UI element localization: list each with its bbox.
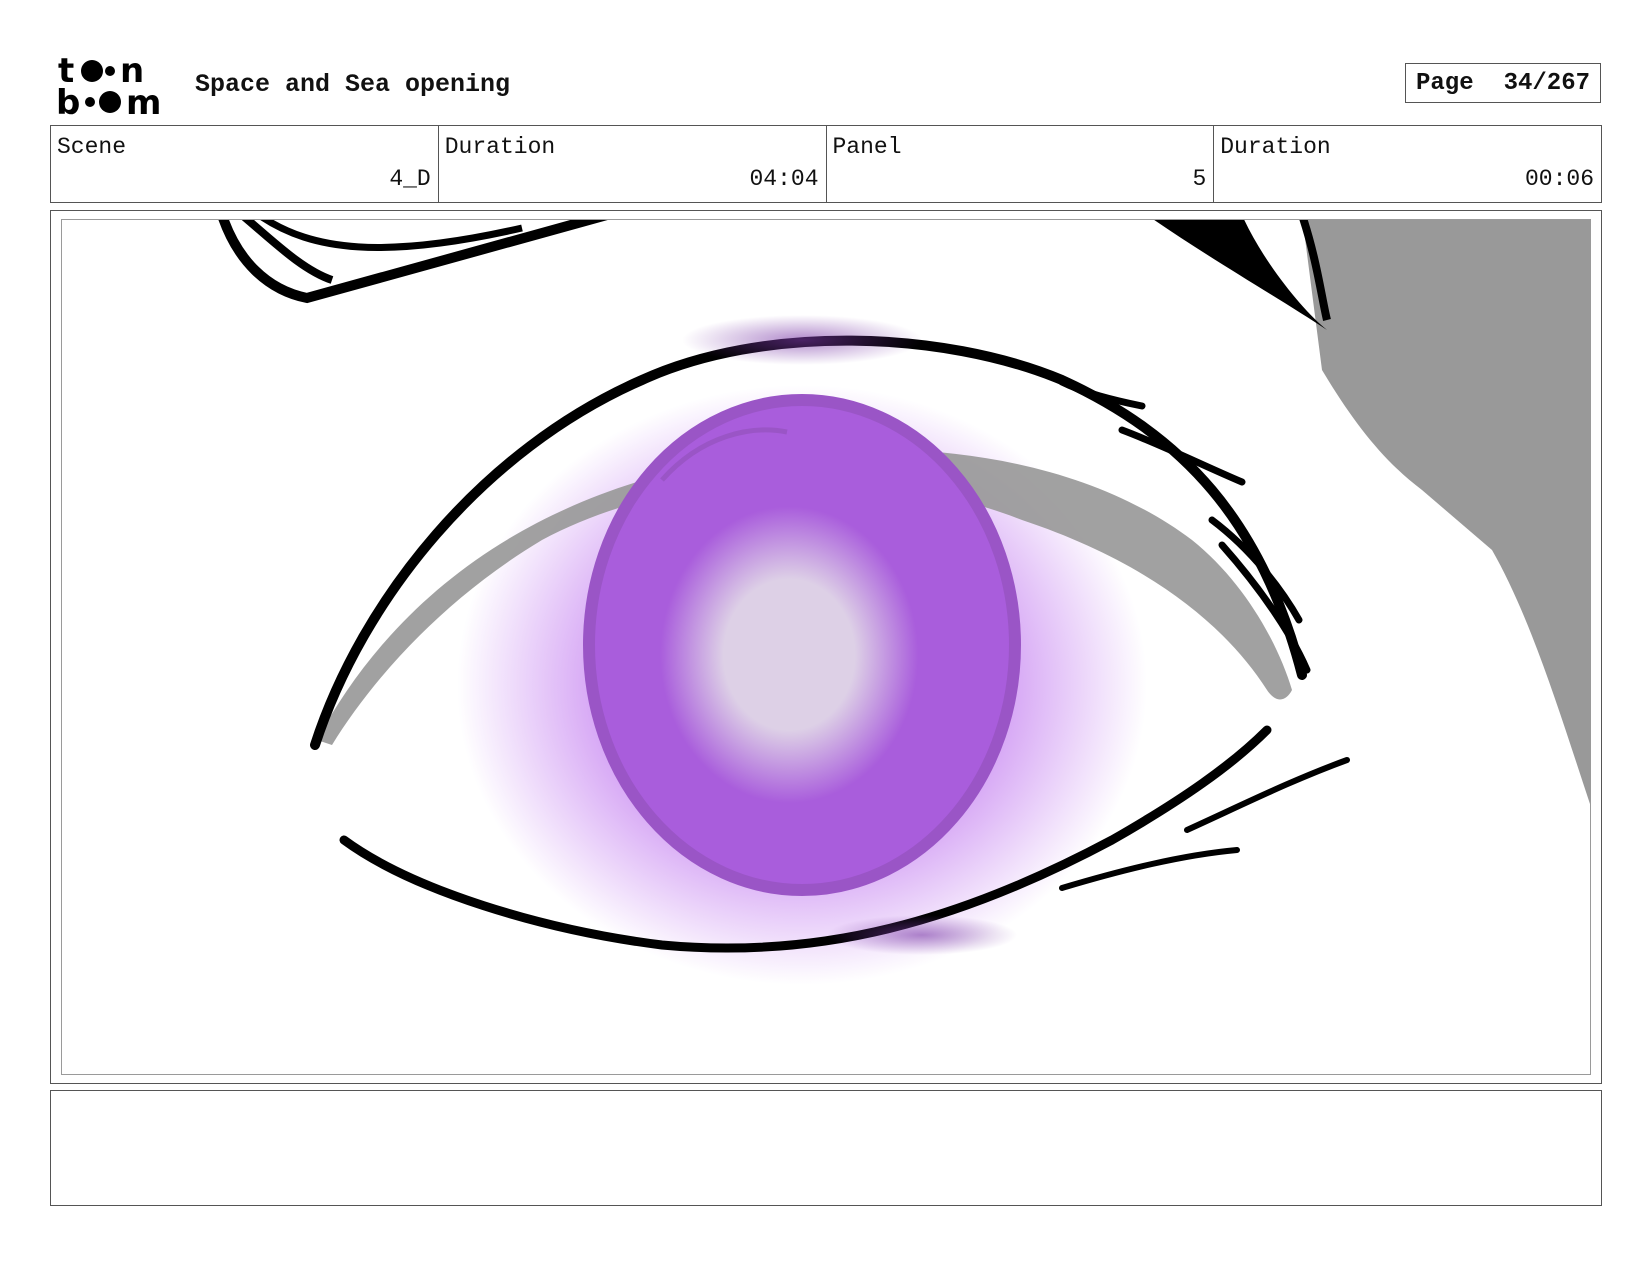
svg-text:m: m bbox=[126, 83, 161, 116]
panel-notes bbox=[50, 1090, 1602, 1206]
page-indicator: Page 34/267 bbox=[1405, 63, 1601, 103]
panel-value: 5 bbox=[1192, 166, 1207, 192]
svg-text:b: b bbox=[56, 83, 80, 116]
eye-closeup-icon bbox=[218, 220, 1590, 985]
page-number: 34/267 bbox=[1503, 69, 1591, 97]
scene-info-table: Scene 4_D Duration 04:04 Panel 5 Duratio… bbox=[50, 125, 1602, 203]
panel-duration-value: 00:06 bbox=[1524, 166, 1594, 192]
panel-cell: Panel 5 bbox=[827, 126, 1215, 202]
document-title: Space and Sea opening bbox=[195, 70, 511, 99]
panel-frame bbox=[50, 210, 1602, 1084]
scene-duration-cell: Duration 04:04 bbox=[439, 126, 827, 202]
panel-duration-label: Duration bbox=[1220, 134, 1331, 160]
scene-duration-value: 04:04 bbox=[749, 166, 819, 192]
panel-image bbox=[61, 219, 1591, 1075]
page-label: Page bbox=[1415, 69, 1474, 97]
panel-duration-cell: Duration 00:06 bbox=[1214, 126, 1601, 202]
panel-label: Panel bbox=[832, 134, 902, 160]
toonboom-logo: t n b m bbox=[56, 54, 161, 116]
scene-label: Scene bbox=[57, 134, 127, 160]
scene-cell: Scene 4_D bbox=[51, 126, 439, 202]
scene-duration-label: Duration bbox=[444, 134, 556, 160]
scene-value: 4_D bbox=[389, 166, 431, 192]
